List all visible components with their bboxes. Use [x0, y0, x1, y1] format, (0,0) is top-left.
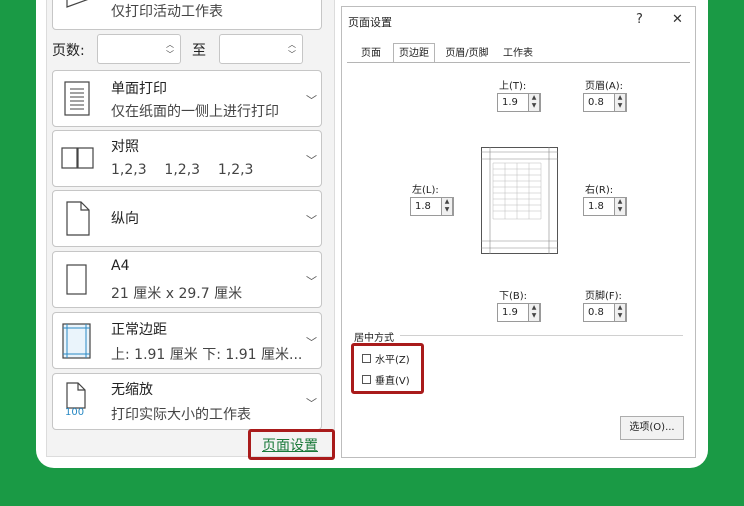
section-divider — [400, 335, 683, 336]
no-scaling-icon — [66, 382, 86, 409]
horizontal-label: 水平(Z) — [375, 355, 410, 366]
chevron-down-icon: ﹀ — [306, 94, 317, 107]
bottom-margin-label: 下(B): — [499, 291, 528, 302]
tab-divider — [347, 62, 690, 63]
header-margin-label: 页眉(A): — [585, 81, 624, 92]
paper-icon — [66, 264, 87, 295]
scaling-subtitle: 打印实际大小的工作表 — [111, 407, 251, 423]
page-setup-link[interactable]: 页面设置 — [262, 435, 318, 455]
center-vertically-checkbox[interactable]: 垂直(V) — [362, 372, 410, 387]
chevron-down-icon: ﹀ — [306, 336, 317, 349]
right-margin-label: 右(R): — [585, 185, 614, 196]
sides-subtitle: 仅在纸面的一侧上进行打印 — [111, 104, 279, 120]
margins-title: 正常边距 — [111, 322, 167, 338]
chevron-down-icon: ﹀ — [306, 275, 317, 288]
checkbox-box[interactable] — [362, 375, 371, 384]
scaling-title: 无缩放 — [111, 382, 153, 398]
chevron-down-icon: ﹀ — [306, 154, 317, 167]
top-margin-spinner[interactable]: ▲ ▼ — [528, 93, 540, 112]
dialog-title: 页面设置 — [348, 16, 392, 29]
vertical-label: 垂直(V) — [375, 376, 410, 387]
spin-down-icon[interactable]: ﹀ — [288, 50, 296, 59]
paper-title: A4 — [111, 258, 130, 274]
margin-preview-page — [481, 147, 558, 254]
orientation-dropdown[interactable]: 纵向 ﹀ — [52, 190, 322, 247]
chevron-down-icon: ﹀ — [306, 397, 317, 410]
print-what-label: 仅打印活动工作表 — [111, 4, 223, 20]
bottom-margin-spinner[interactable]: ▲ ▼ — [528, 303, 540, 322]
header-margin-spinner[interactable]: ▲ ▼ — [614, 93, 626, 112]
margins-dropdown[interactable]: 正常边距 上: 1.91 厘米 下: 1.91 厘米... ﹀ — [52, 312, 322, 369]
chevron-down-icon: ﹀ — [306, 214, 317, 227]
scaling-dropdown[interactable]: 100 无缩放 打印实际大小的工作表 ﹀ — [52, 373, 322, 430]
orientation-title: 纵向 — [111, 211, 139, 227]
collate-title: 对照 — [111, 139, 139, 155]
collate-icon — [61, 147, 94, 169]
collate-subtitle: 1,2,3 1,2,3 1,2,3 — [111, 162, 254, 178]
center-section-label: 居中方式 — [354, 333, 394, 344]
help-button[interactable]: ? — [636, 12, 643, 27]
single-sided-icon — [64, 81, 90, 116]
close-button[interactable]: ✕ — [672, 12, 683, 27]
left-margin-spinner[interactable]: ▲ ▼ — [441, 197, 453, 216]
to-label: 至 — [192, 43, 206, 59]
sides-title: 单面打印 — [111, 81, 167, 97]
pages-to-input[interactable]: ︿ ﹀ — [219, 34, 303, 64]
footer-margin-label: 页脚(F): — [585, 291, 622, 302]
pages-label: 页数: — [52, 43, 85, 59]
sheet-icon — [66, 0, 89, 8]
footer-margin-spinner[interactable]: ▲ ▼ — [614, 303, 626, 322]
tab-margins[interactable]: 页边距 — [393, 43, 435, 63]
pages-from-input[interactable]: ︿ ﹀ — [97, 34, 181, 64]
center-horizontally-checkbox[interactable]: 水平(Z) — [362, 351, 410, 366]
right-margin-spinner[interactable]: ▲ ▼ — [614, 197, 626, 216]
print-what-dropdown[interactable]: 仅打印活动工作表 — [52, 0, 322, 30]
margins-subtitle: 上: 1.91 厘米 下: 1.91 厘米... — [111, 347, 303, 363]
tab-sheet[interactable]: 工作表 — [498, 43, 538, 63]
scaling-percent-label: 100 — [65, 407, 85, 418]
paper-size-dropdown[interactable]: A4 21 厘米 x 29.7 厘米 ﹀ — [52, 251, 322, 308]
spin-up-icon[interactable]: ︿ — [166, 40, 174, 49]
spin-up-icon[interactable]: ︿ — [288, 40, 296, 49]
top-margin-label: 上(T): — [499, 81, 527, 92]
options-button[interactable]: 选项(O)... — [620, 416, 684, 440]
left-margin-label: 左(L): — [412, 185, 439, 196]
tab-page[interactable]: 页面 — [351, 43, 391, 63]
portrait-page-icon — [66, 201, 90, 236]
margins-icon — [62, 323, 91, 359]
checkbox-box[interactable] — [362, 354, 371, 363]
sides-dropdown[interactable]: 单面打印 仅在纸面的一侧上进行打印 ﹀ — [52, 70, 322, 127]
paper-subtitle: 21 厘米 x 29.7 厘米 — [111, 286, 243, 302]
spin-down-icon[interactable]: ﹀ — [166, 50, 174, 59]
tab-header-footer[interactable]: 页眉/页脚 — [438, 43, 496, 63]
collate-dropdown[interactable]: 对照 1,2,3 1,2,3 1,2,3 ﹀ — [52, 130, 322, 187]
